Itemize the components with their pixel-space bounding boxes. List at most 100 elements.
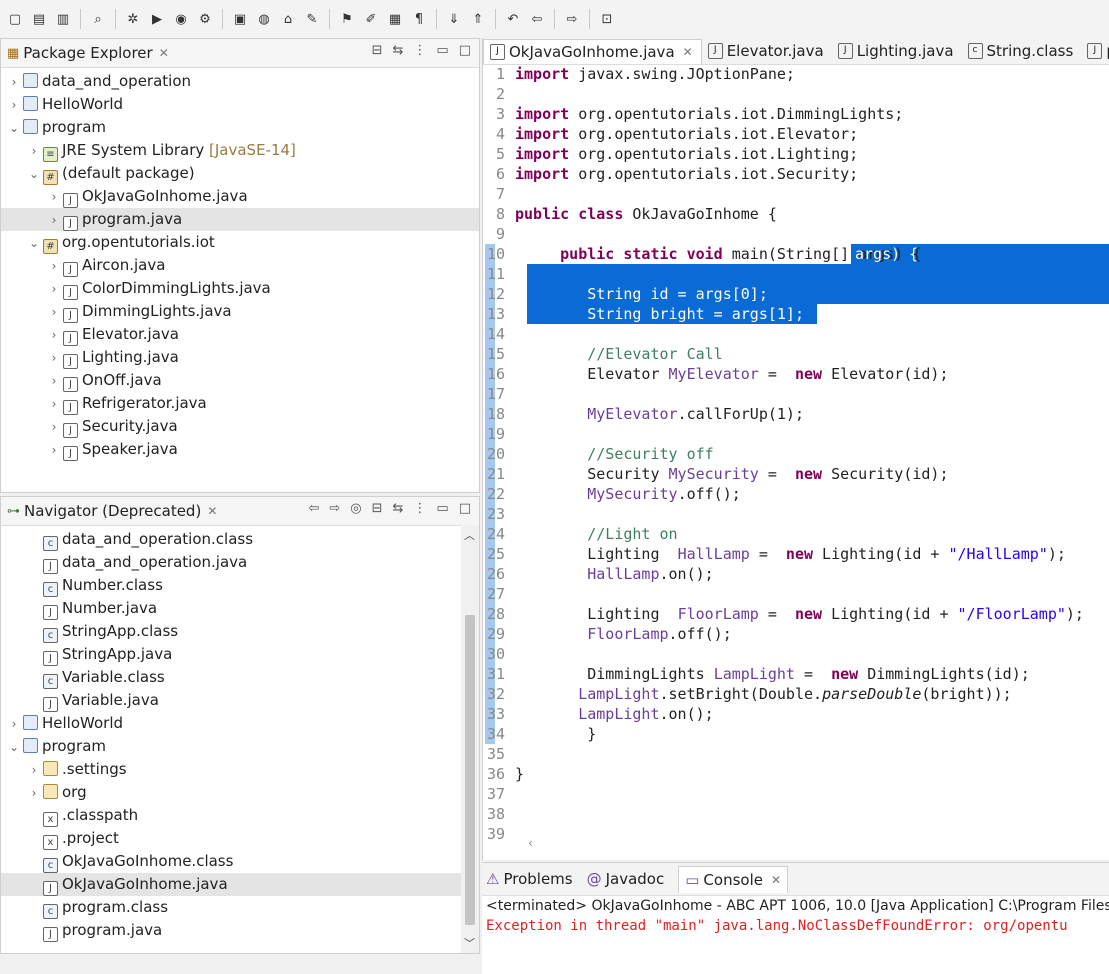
collapsed-chevron-icon[interactable]: › bbox=[47, 370, 61, 393]
scroll-up-icon[interactable]: ︿ bbox=[464, 527, 475, 543]
navigator-tab[interactable]: ⊶ Navigator (Deprecated) ✕ ⇦ ⇨ ◎ ⊟ ⇆ ⋮ ▭… bbox=[1, 497, 479, 526]
tree-item[interactable]: c Number.class bbox=[1, 574, 479, 597]
close-icon[interactable]: ✕ bbox=[159, 46, 169, 60]
code-line[interactable]: 27 bbox=[483, 584, 515, 604]
collapsed-chevron-icon[interactable]: › bbox=[27, 782, 41, 805]
up-icon[interactable]: ◎ bbox=[350, 501, 361, 516]
tree-item[interactable]: › HelloWorld bbox=[1, 93, 479, 116]
editor-tab[interactable]: J Lighting.java bbox=[832, 42, 962, 64]
collapsed-chevron-icon[interactable]: › bbox=[47, 301, 61, 324]
code-line[interactable]: 15 //Elevator Call bbox=[483, 344, 723, 364]
tree-item[interactable]: J OkJavaGoInhome.java bbox=[1, 873, 479, 896]
coverage-icon[interactable]: ◉ bbox=[170, 7, 192, 31]
tree-item[interactable]: › J ColorDimmingLights.java bbox=[1, 277, 479, 300]
code-line[interactable]: 17 bbox=[483, 384, 515, 404]
new-class-icon[interactable]: ◍ bbox=[253, 7, 275, 31]
code-line[interactable]: 38 bbox=[483, 804, 515, 824]
close-icon[interactable]: ✕ bbox=[207, 504, 217, 518]
code-line[interactable]: 23 bbox=[483, 504, 515, 524]
collapsed-chevron-icon[interactable]: › bbox=[47, 439, 61, 462]
code-line[interactable]: 31 DimmingLights LampLight = new Dimming… bbox=[483, 664, 1030, 684]
forward-icon[interactable]: ⇨ bbox=[329, 501, 340, 516]
code-line[interactable]: 34 } bbox=[483, 724, 596, 744]
maximize-icon[interactable]: □ bbox=[459, 43, 471, 58]
tree-item[interactable]: › J OkJavaGoInhome.java bbox=[1, 185, 479, 208]
code-line[interactable]: 29 FloorLamp.off(); bbox=[483, 624, 732, 644]
open-type-icon[interactable]: ⌂ bbox=[277, 7, 299, 31]
code-line[interactable]: 36} bbox=[483, 764, 524, 784]
code-line[interactable]: 22 MySecurity.off(); bbox=[483, 484, 741, 504]
code-line[interactable]: 39 bbox=[483, 824, 515, 844]
code-line[interactable]: 10 public static void main(String[] args… bbox=[483, 244, 921, 264]
toggle-breadcrumb-icon[interactable]: ⚑ bbox=[336, 7, 358, 31]
collapsed-chevron-icon[interactable]: › bbox=[47, 255, 61, 278]
tree-item[interactable]: x .project bbox=[1, 827, 479, 850]
code-line[interactable]: 32 LampLight.setBright(Double.parseDoubl… bbox=[483, 684, 1012, 704]
code-line[interactable]: 37 bbox=[483, 784, 515, 804]
collapse-all-icon[interactable]: ⊟ bbox=[372, 501, 383, 516]
next-annotation-icon[interactable]: ⇓ bbox=[443, 7, 465, 31]
tree-item[interactable]: c program.class bbox=[1, 896, 479, 919]
tree-item[interactable]: c Variable.class bbox=[1, 666, 479, 689]
code-line[interactable]: 6 import org.opentutorials.iot.Security; bbox=[483, 164, 858, 184]
code-line[interactable]: 16 Elevator MyElevator = new Elevator(id… bbox=[483, 364, 949, 384]
scrollbar-thumb[interactable] bbox=[465, 615, 475, 925]
expanded-chevron-icon[interactable]: ⌄ bbox=[27, 232, 41, 255]
tree-item[interactable]: J Variable.java bbox=[1, 689, 479, 712]
tree-item[interactable]: ⌄ # org.opentutorials.iot bbox=[1, 231, 479, 254]
external-tools-icon[interactable]: ⚙ bbox=[194, 7, 216, 31]
tree-item[interactable]: › J Refrigerator.java bbox=[1, 392, 479, 415]
debug-icon[interactable]: ✲ bbox=[122, 7, 144, 31]
tree-item[interactable]: › Jprogram.java bbox=[1, 208, 479, 231]
scroll-down-icon[interactable]: ﹀ bbox=[464, 935, 475, 951]
collapsed-chevron-icon[interactable]: › bbox=[7, 94, 21, 117]
code-line[interactable]: 1 import javax.swing.JOptionPane; bbox=[483, 64, 795, 84]
show-whitespace-icon[interactable]: ¶ bbox=[408, 7, 430, 31]
code-line[interactable]: 18 MyElevator.callForUp(1); bbox=[483, 404, 804, 424]
code-line[interactable]: 20 //Security off bbox=[483, 444, 714, 464]
back-icon[interactable]: ⇦ bbox=[526, 7, 548, 31]
code-line[interactable]: 35 bbox=[483, 744, 515, 764]
tree-item[interactable]: J StringApp.java bbox=[1, 643, 479, 666]
code-line[interactable]: 7 bbox=[483, 184, 515, 204]
editor-tab[interactable]: J Elevator.java bbox=[702, 42, 832, 64]
collapsed-chevron-icon[interactable]: › bbox=[47, 324, 61, 347]
back-icon[interactable]: ⇦ bbox=[308, 501, 319, 516]
tree-item[interactable]: x .classpath bbox=[1, 804, 479, 827]
tree-item[interactable]: › org bbox=[1, 781, 479, 804]
link-with-editor-icon[interactable]: ⇆ bbox=[393, 501, 404, 516]
tree-item[interactable]: Jdata_and_operation.java bbox=[1, 551, 479, 574]
code-line[interactable]: 4 import org.opentutorials.iot.Elevator; bbox=[483, 124, 858, 144]
link-with-editor-icon[interactable]: ⇆ bbox=[393, 43, 404, 58]
tree-item[interactable]: Jprogram.java bbox=[1, 919, 479, 942]
collapsed-chevron-icon[interactable]: › bbox=[27, 140, 41, 163]
code-line[interactable]: 2 bbox=[483, 84, 515, 104]
close-icon[interactable]: ✕ bbox=[683, 45, 693, 59]
code-line[interactable]: 9 bbox=[483, 224, 515, 244]
code-area[interactable]: 1 import javax.swing.JOptionPane; 2 3 import… bbox=[483, 64, 1109, 860]
collapse-all-icon[interactable]: ⊟ bbox=[372, 43, 383, 58]
close-icon[interactable]: ✕ bbox=[771, 873, 781, 887]
code-line[interactable]: 11 bbox=[483, 264, 515, 284]
code-line[interactable]: 14 bbox=[483, 324, 515, 344]
new-icon[interactable]: ▢ bbox=[4, 7, 26, 31]
run-icon[interactable]: ▶ bbox=[146, 7, 168, 31]
expanded-chevron-icon[interactable]: ⌄ bbox=[7, 736, 21, 759]
collapsed-chevron-icon[interactable]: › bbox=[47, 416, 61, 439]
block-selection-icon[interactable]: ▦ bbox=[384, 7, 406, 31]
tree-item[interactable]: ⌄ program bbox=[1, 116, 479, 139]
tree-item[interactable]: › ≡ JRE System Library [JavaSE-14] bbox=[1, 139, 479, 162]
collapsed-chevron-icon[interactable]: › bbox=[47, 393, 61, 416]
collapsed-chevron-icon[interactable]: › bbox=[47, 278, 61, 301]
save-all-icon[interactable]: ▥ bbox=[52, 7, 74, 31]
code-line[interactable]: 12 String id = args[0]; bbox=[483, 284, 768, 304]
tree-item[interactable]: J Number.java bbox=[1, 597, 479, 620]
code-line[interactable]: 19 bbox=[483, 424, 515, 444]
minimize-icon[interactable]: ▭ bbox=[436, 43, 448, 58]
code-line[interactable]: 21 Security MySecurity = new Security(id… bbox=[483, 464, 949, 484]
last-edit-location-icon[interactable]: ↶ bbox=[502, 7, 524, 31]
maximize-icon[interactable]: □ bbox=[459, 501, 471, 516]
minimize-icon[interactable]: ▭ bbox=[436, 501, 448, 516]
tree-item[interactable]: › data_and_operation bbox=[1, 70, 479, 93]
tree-item[interactable]: › J Lighting.java bbox=[1, 346, 479, 369]
